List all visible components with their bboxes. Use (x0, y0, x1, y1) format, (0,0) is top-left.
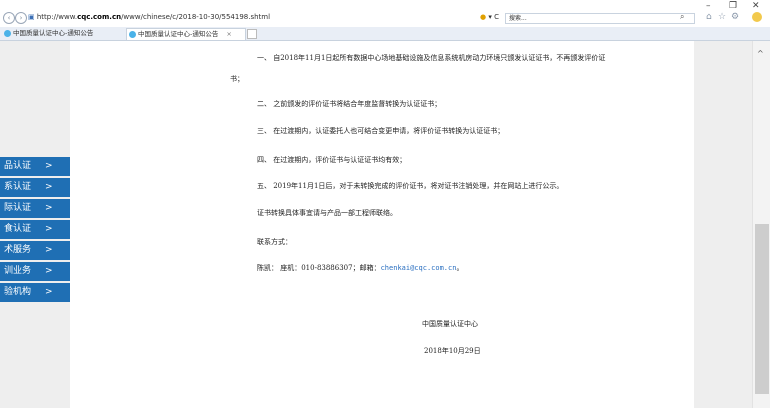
compat-icon: ● (480, 13, 487, 21)
contact-heading: 联系方式： (257, 238, 292, 246)
contact-phone: 陈凯： 座机：010-83886307；邮箱： (257, 264, 381, 272)
browser-toolbar: – ❐ ✕ ‹ › ▣ http://www.cqc.com.cn/www/ch… (0, 0, 770, 27)
chevron-right-icon: > (45, 287, 53, 297)
article-paragraph-3: 三、 在过渡期内，认证委托人也可结合变更申请，将评价证书转换为认证证书； (257, 127, 505, 135)
sidebar-item-label: 验机构 (4, 287, 32, 297)
sidebar-item-label: 训业务 (4, 266, 32, 276)
contact-line: 陈凯： 座机：010-83886307；邮箱：chenkai@cqc.com.c… (257, 263, 463, 273)
close-window-icon[interactable]: ✕ (752, 1, 760, 11)
settings-icon[interactable]: ⚙ (731, 12, 739, 22)
contact-suffix: 。 (456, 264, 464, 272)
favorites-icon[interactable]: ☆ (718, 12, 726, 22)
chevron-right-icon: > (45, 224, 53, 234)
sidebar-item-1[interactable]: 品认证 > (0, 157, 70, 176)
sidebar-item-6[interactable]: 训业务 > (0, 262, 70, 281)
sidebar-item-5[interactable]: 术服务 > (0, 241, 70, 260)
sidebar-item-2[interactable]: 系认证 > (0, 178, 70, 197)
scrollbar-thumb[interactable] (755, 224, 769, 394)
back-icon[interactable]: ‹ (3, 12, 15, 24)
refresh-glyph: ▾ C (488, 13, 499, 21)
minimize-icon[interactable]: – (706, 1, 711, 11)
chevron-right-icon: > (45, 245, 53, 255)
refresh-button[interactable]: ● ▾ C (480, 12, 499, 23)
forward-icon[interactable]: › (15, 12, 27, 24)
tab-label: 中国质量认证中心-通知公告 (13, 29, 94, 37)
scroll-up-icon[interactable]: ^ (757, 49, 764, 58)
url-prefix: http://www. (36, 13, 78, 21)
url-path: /www/chinese/c/2018-10-30/554198.shtml (121, 13, 271, 21)
article-paragraph-5: 五、 2019年11月1日后，对于未转换完成的评价证书，将对证书注销处理，并在网… (257, 182, 564, 190)
article-paragraph-2: 二、 之前颁发的评价证书将结合年度监督转换为认证证书； (257, 100, 442, 108)
new-tab-button[interactable] (247, 29, 257, 39)
chevron-right-icon: > (45, 266, 53, 276)
ie-icon (4, 29, 11, 37)
feedback-icon[interactable] (752, 12, 762, 22)
email-link[interactable]: chenkai@cqc.com.cn (381, 264, 457, 272)
tab-bar: 中国质量认证中心-通知公告 中国质量认证中心-通知公告 × (0, 27, 770, 41)
tab-1[interactable]: 中国质量认证中心-通知公告 (2, 28, 122, 39)
signature-org: 中国质量认证中心 (422, 320, 478, 328)
home-icon[interactable]: ⌂ (706, 12, 712, 22)
sidebar-item-7[interactable]: 验机构 > (0, 283, 70, 302)
article-paragraph-4: 四、 在过渡期内，评价证书与认证证书均有效； (257, 156, 407, 164)
article-paragraph-1-cont: 书； (230, 75, 244, 83)
sidebar-item-4[interactable]: 食认证 > (0, 220, 70, 239)
search-input[interactable]: 搜索... (505, 13, 695, 24)
sidebar-item-3[interactable]: 际认证 > (0, 199, 70, 218)
tab-2[interactable]: 中国质量认证中心-通知公告 × (126, 28, 246, 40)
chevron-right-icon: > (45, 182, 53, 192)
sidebar-item-label: 际认证 (4, 203, 32, 213)
chevron-right-icon: > (45, 161, 53, 171)
sidebar-item-label: 品认证 (4, 161, 32, 171)
chevron-right-icon: > (45, 203, 53, 213)
restore-icon[interactable]: ❐ (729, 1, 737, 11)
address-bar[interactable]: ▣ http://www.cqc.com.cn/www/chinese/c/20… (28, 12, 366, 23)
article-paragraph-6: 证书转换具体事宜请与产品一部工程师联络。 (257, 209, 397, 217)
tab-label: 中国质量认证中心-通知公告 (138, 30, 219, 38)
right-margin (694, 41, 752, 408)
signature-date: 2018年10月29日 (424, 347, 481, 355)
sidebar-item-label: 术服务 (4, 245, 32, 255)
url-domain: cqc.com.cn (77, 13, 122, 21)
ie-icon (129, 30, 136, 38)
scrollbar[interactable]: ^ (752, 41, 770, 408)
sidebar-item-label: 系认证 (4, 182, 32, 192)
site-icon: ▣ (28, 13, 35, 21)
article-paragraph-1: 一、 自2018年11月1日起所有数据中心场地基础设施及信息系统机房动力环境只颁… (257, 54, 606, 62)
search-icon[interactable]: ⌕ (680, 12, 684, 22)
close-tab-icon[interactable]: × (226, 30, 231, 38)
sidebar-item-label: 食认证 (4, 224, 32, 234)
